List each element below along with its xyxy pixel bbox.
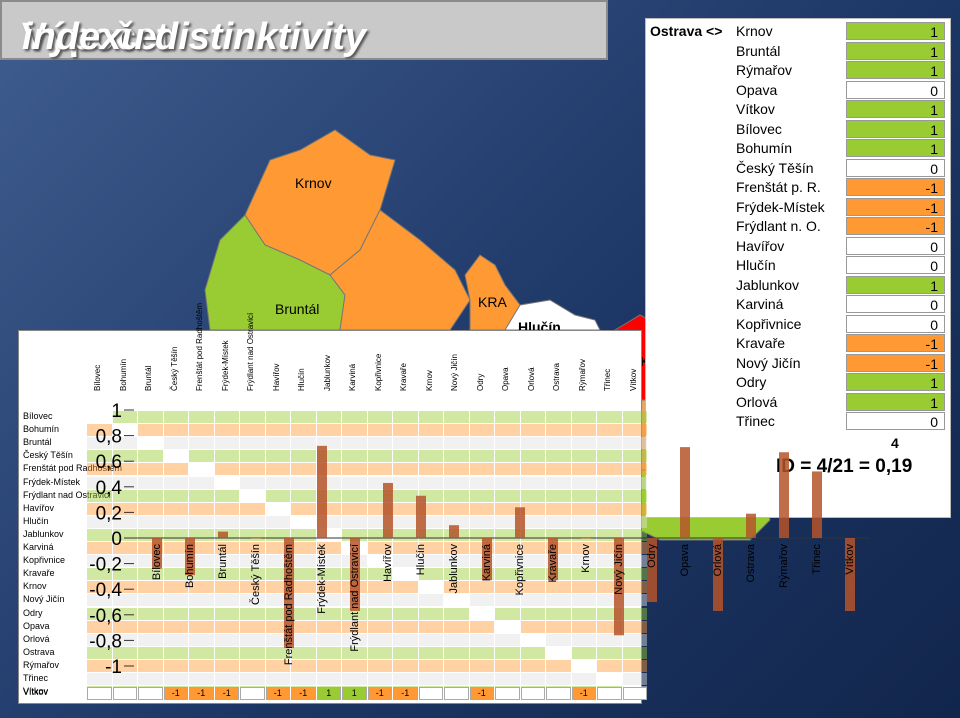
bar-7 <box>383 482 393 538</box>
bar-18 <box>746 513 756 538</box>
bar-13 <box>581 538 591 539</box>
bar-5 <box>317 445 327 538</box>
x-tick-label: Odry <box>646 544 658 568</box>
y-tick-label: -1 <box>105 657 122 678</box>
x-tick-label: Havířov <box>382 544 394 582</box>
y-tick-label: 0 <box>111 529 122 550</box>
y-tick-label: -0,6 <box>89 606 122 627</box>
x-tick-label: Vítkov <box>844 544 856 575</box>
y-tick-label: -0,2 <box>89 555 122 576</box>
x-tick-label: Frýdek-Místek <box>316 544 328 614</box>
x-tick-label: Kravaře <box>547 544 559 583</box>
x-tick-label: Orlová <box>712 543 724 576</box>
y-tick-label: -0,8 <box>89 631 122 652</box>
bar-16 <box>680 447 690 538</box>
x-tick-label: Jablunkov <box>448 544 460 594</box>
x-tick-label: Hlučín <box>415 544 427 575</box>
x-tick-label: Bohumín <box>184 544 196 588</box>
x-tick-label: Bruntál <box>217 544 229 579</box>
x-tick-label: Český Těšín <box>249 544 262 605</box>
bar-3 <box>251 538 261 539</box>
bar-20 <box>812 471 822 538</box>
bar-11 <box>515 507 525 538</box>
x-tick-label: Bílovec <box>151 544 163 581</box>
y-tick-label: 1 <box>111 401 122 422</box>
x-tick-label: Frenštát pod Radhoštěm <box>283 544 295 665</box>
x-tick-label: Třinec <box>811 544 823 575</box>
x-tick-label: Kopřivnice <box>514 544 526 595</box>
x-tick-label: Krnov <box>580 544 592 573</box>
y-tick-label: 0,4 <box>96 478 123 499</box>
bar-19 <box>779 452 789 538</box>
x-tick-label: Opava <box>679 543 691 576</box>
y-tick-label: 0,8 <box>96 427 122 448</box>
y-tick-label: -0,4 <box>89 580 122 601</box>
x-tick-label: Karviná <box>481 543 493 581</box>
x-tick-label: Rýmařov <box>778 544 790 589</box>
y-tick-label: 0,6 <box>96 452 122 473</box>
x-tick-label: Nový Jičín <box>613 544 625 595</box>
bar-2 <box>218 531 228 538</box>
bar-9 <box>449 525 459 538</box>
bar-chart: 1 0,8 0,6 0,4 0,2 0 -0,2 -0,4 -0,6 -0,8 -1 Bílovec B… <box>89 401 870 678</box>
bar-8 <box>416 495 426 538</box>
x-tick-label: Frýdlant nad Ostravicí <box>349 544 361 652</box>
y-tick-label: 0,2 <box>96 503 122 524</box>
x-tick-label: Ostrava <box>745 543 757 582</box>
